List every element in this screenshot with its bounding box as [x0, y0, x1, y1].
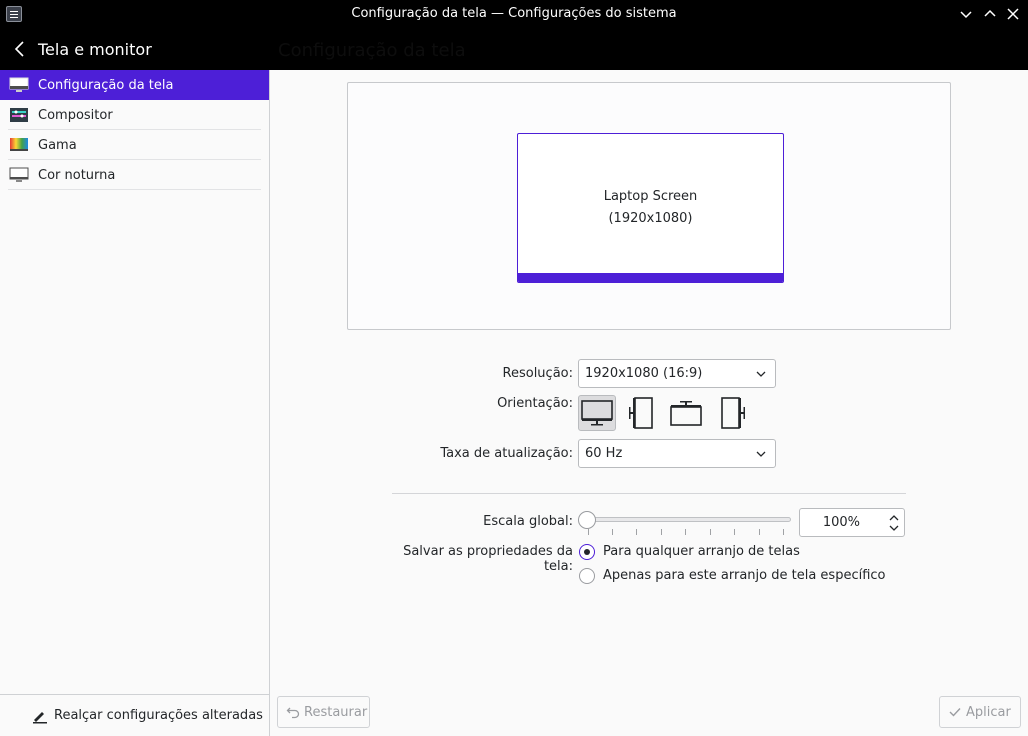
minimize-button[interactable] — [956, 4, 976, 24]
slider-tick — [710, 529, 711, 535]
orientation-landscape-flipped-button[interactable] — [667, 395, 705, 431]
maximize-button[interactable] — [980, 4, 1000, 24]
screen-primary-bar — [518, 273, 783, 282]
main-panel: Configuração da tela Laptop Screen (1920… — [270, 29, 1028, 736]
chevron-up-icon — [984, 9, 996, 17]
monitor-portrait-left-icon — [629, 397, 653, 429]
monitor-portrait-right-icon — [721, 397, 745, 429]
sidebar-heading: Tela e monitor — [38, 40, 152, 59]
reset-label: Restaurar — [304, 704, 368, 720]
sidebar-item-label: Configuração da tela — [38, 77, 174, 93]
monitor-flipped-icon — [670, 401, 702, 426]
resolution-label: Resolução: — [502, 366, 573, 381]
reset-button[interactable]: Restaurar — [277, 696, 370, 728]
section-divider — [392, 493, 906, 494]
scale-value: 100% — [822, 515, 860, 530]
page-title: Configuração da tela — [278, 40, 466, 61]
slider-tick — [661, 529, 662, 535]
monitor-landscape-icon — [581, 400, 613, 426]
orientation-portrait-right-button[interactable] — [713, 395, 751, 431]
undo-icon — [286, 707, 300, 719]
check-icon — [949, 708, 961, 717]
radio-specific-arrangement[interactable] — [579, 568, 595, 584]
sidebar-nav: Configuração da tela Compositor Gama Cor… — [0, 70, 269, 190]
screen-resolution: (1920x1080) — [608, 211, 693, 226]
apply-button[interactable]: Aplicar — [939, 696, 1021, 728]
slider-tick — [612, 529, 613, 535]
sidebar-header: Tela e monitor — [0, 29, 270, 70]
window-title: Configuração da tela — Configurações do … — [351, 6, 677, 21]
scale-slider-handle[interactable] — [578, 511, 596, 529]
refresh-rate-select[interactable]: 60 Hz — [578, 439, 776, 468]
slider-tick — [734, 529, 735, 535]
scale-spinbox[interactable]: 100% — [799, 508, 905, 537]
screen-name: Laptop Screen — [603, 189, 698, 204]
slider-tick — [588, 529, 589, 535]
main-header: Configuração da tela — [270, 29, 1028, 70]
orientation-landscape-button[interactable] — [578, 395, 616, 431]
slider-tick — [636, 529, 637, 535]
resolution-select[interactable]: 1920x1080 (16:9) — [578, 359, 776, 388]
slider-tick — [685, 529, 686, 535]
save-properties-label: Salvar as propriedades da tela: — [403, 544, 573, 574]
slider-tick — [759, 529, 760, 535]
orientation-label: Orientação: — [497, 396, 573, 411]
back-arrow-icon[interactable] — [12, 40, 28, 58]
screen-arrangement-area[interactable]: Laptop Screen (1920x1080) — [347, 82, 951, 330]
close-button[interactable] — [1003, 4, 1023, 24]
pencil-icon — [33, 711, 47, 723]
refresh-rate-value: 60 Hz — [585, 446, 623, 461]
sidebar-item-display-config[interactable]: Configuração da tela — [0, 70, 269, 100]
sidebar: Tela e monitor Configuração da tela Comp… — [0, 29, 270, 736]
sidebar-item-night-color[interactable]: Cor noturna — [0, 160, 269, 190]
sidebar-item-gamma[interactable]: Gama — [0, 130, 269, 160]
spin-arrows-icon[interactable] — [888, 512, 900, 534]
highlight-changed-label: Realçar configurações alteradas — [54, 708, 263, 723]
refresh-rate-label: Taxa de atualização: — [440, 446, 573, 461]
highlight-changed-settings-button[interactable]: Realçar configurações alteradas — [0, 694, 269, 736]
sidebar-item-label: Cor noturna — [38, 167, 116, 183]
radio-any-arrangement[interactable] — [579, 544, 595, 560]
chevron-down-icon — [756, 451, 766, 457]
scale-slider-track[interactable] — [588, 517, 791, 522]
resolution-value: 1920x1080 (16:9) — [585, 366, 703, 381]
sidebar-item-label: Compositor — [38, 107, 113, 123]
compositor-icon — [10, 108, 28, 122]
radio-any-arrangement-label[interactable]: Para qualquer arranjo de telas — [603, 544, 800, 559]
sidebar-item-label: Gama — [38, 137, 77, 153]
window-titlebar: Configuração da tela — Configurações do … — [0, 0, 1028, 29]
orientation-portrait-left-button[interactable] — [623, 395, 661, 431]
slider-tick — [783, 529, 784, 535]
laptop-screen-tile[interactable]: Laptop Screen (1920x1080) — [517, 133, 784, 283]
chevron-down-icon — [756, 371, 766, 377]
night-color-icon — [9, 167, 29, 182]
sidebar-item-compositor[interactable]: Compositor — [0, 100, 269, 130]
gamma-icon — [10, 138, 28, 151]
display-icon — [9, 77, 29, 92]
radio-specific-arrangement-label[interactable]: Apenas para este arranjo de tela específ… — [603, 568, 886, 583]
chevron-down-icon — [960, 11, 972, 19]
global-scale-label: Escala global: — [483, 514, 573, 529]
close-icon — [1007, 8, 1019, 20]
apply-label: Aplicar — [966, 704, 1011, 720]
